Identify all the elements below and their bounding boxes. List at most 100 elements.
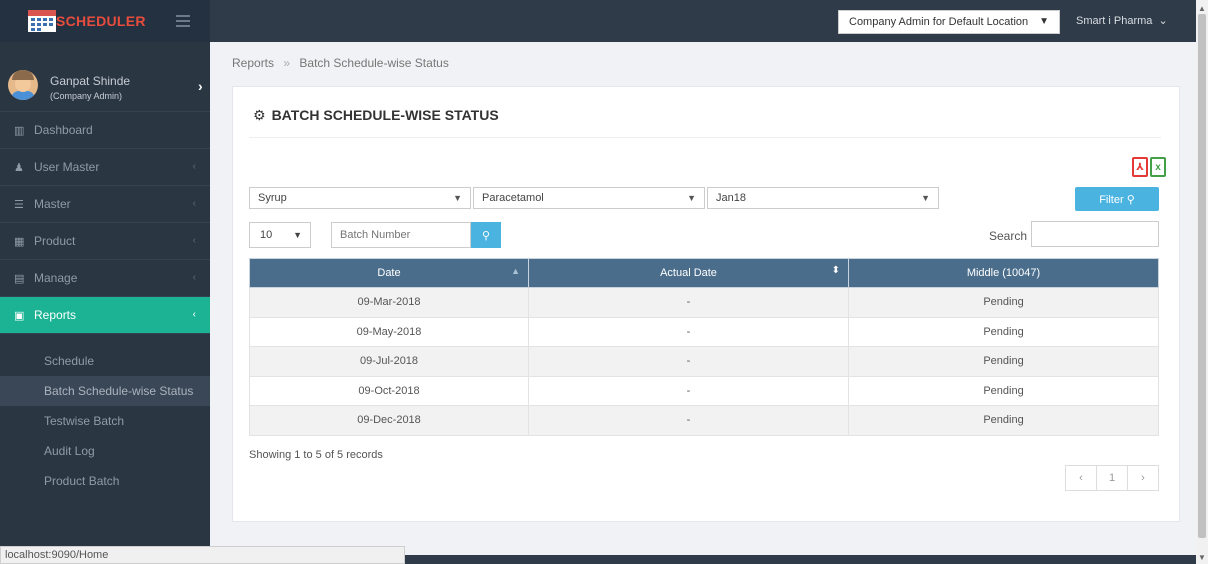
- sort-asc-icon: ▲: [511, 266, 520, 276]
- calendar-icon: ▤: [14, 272, 25, 285]
- cell-actual-date: -: [528, 346, 849, 377]
- search-label: Search: [989, 229, 1028, 243]
- chevron-left-icon: ‹: [192, 272, 196, 283]
- footer: [405, 555, 1196, 564]
- column-header-date[interactable]: Date ▲: [249, 258, 529, 288]
- batch-number-input[interactable]: [331, 222, 471, 248]
- column-header-actual-date[interactable]: Actual Date ⬍: [528, 258, 849, 288]
- pagination-page-button[interactable]: 1: [1097, 466, 1128, 490]
- submenu-item-batch-schedule-wise-status[interactable]: Batch Schedule-wise Status: [0, 376, 210, 406]
- sidebar-item-dashboard[interactable]: ▥ Dashboard: [0, 112, 210, 149]
- search-input[interactable]: [1031, 221, 1159, 247]
- table-row: 09-Jul-2018 - Pending: [249, 346, 1159, 377]
- report-panel: ⚙ BATCH SCHEDULE-WISE STATUS ⅄ x Syrup ▼ …: [232, 86, 1180, 522]
- breadcrumb-separator-icon: »: [283, 56, 291, 70]
- filter-button[interactable]: Filter ⚲: [1075, 187, 1159, 211]
- page-length-value: 10: [260, 229, 273, 241]
- scroll-up-icon[interactable]: ▲: [1198, 4, 1206, 13]
- chevron-left-icon: ‹: [192, 235, 196, 246]
- sidebar-item-label: Reports: [34, 308, 77, 322]
- profile-name: Ganpat Shinde: [50, 74, 131, 88]
- bar-chart-icon: ▥: [14, 124, 25, 137]
- brand-name: SCHEDULER: [56, 13, 146, 29]
- column-header-label: Actual Date: [660, 267, 717, 279]
- caret-down-icon: ▼: [687, 193, 696, 203]
- breadcrumb-root[interactable]: Reports: [232, 56, 274, 70]
- cell-actual-date: -: [528, 316, 849, 347]
- records-summary: Showing 1 to 5 of 5 records: [249, 449, 383, 461]
- table-header-row: Date ▲ Actual Date ⬍ Middle (10047): [249, 258, 1159, 288]
- pagination: ‹ 1 ›: [1065, 465, 1159, 491]
- caret-down-icon: ▼: [453, 193, 462, 203]
- calendar-logo-icon: [28, 10, 56, 32]
- category-select[interactable]: Syrup ▼: [249, 187, 471, 209]
- chevron-right-icon[interactable]: ›: [198, 78, 203, 94]
- batch-select[interactable]: Jan18 ▼: [707, 187, 939, 209]
- table-row: 09-Oct-2018 - Pending: [249, 375, 1159, 406]
- scroll-down-icon[interactable]: ▼: [1198, 553, 1206, 562]
- sidebar: Ganpat Shinde (Company Admin) › ▥ Dashbo…: [0, 42, 210, 564]
- avatar: [8, 70, 38, 100]
- column-header-label: Middle (10047): [966, 267, 1041, 279]
- cell-date: 09-Mar-2018: [249, 287, 529, 318]
- cell-status: Pending: [848, 287, 1159, 318]
- menu-toggle-icon[interactable]: [176, 15, 190, 30]
- sidebar-item-reports[interactable]: ▣ Reports ‹: [0, 297, 210, 334]
- cell-actual-date: -: [528, 405, 849, 436]
- pagination-prev-button[interactable]: ‹: [1066, 466, 1097, 490]
- page-title: ⚙ BATCH SCHEDULE-WISE STATUS: [253, 107, 499, 124]
- cell-status: Pending: [848, 346, 1159, 377]
- product-icon: ▦: [14, 235, 25, 248]
- sidebar-item-product[interactable]: ▦ Product ‹: [0, 223, 210, 260]
- sort-icon: ⬍: [831, 265, 840, 276]
- location-select[interactable]: Company Admin for Default Location ▼: [838, 10, 1060, 34]
- browser-status-url: localhost:9090/Home: [0, 546, 405, 564]
- cell-date: 09-Jul-2018: [249, 346, 529, 377]
- caret-down-icon: ▼: [1039, 16, 1049, 27]
- submenu-item-schedule[interactable]: Schedule: [0, 346, 210, 376]
- pdf-export-icon[interactable]: ⅄: [1132, 157, 1148, 177]
- table-row: 09-May-2018 - Pending: [249, 316, 1159, 347]
- breadcrumb: Reports » Batch Schedule-wise Status: [232, 56, 449, 70]
- location-select-value: Company Admin for Default Location: [849, 16, 1029, 28]
- caret-down-icon: ▼: [293, 230, 302, 240]
- cell-actual-date: -: [528, 375, 849, 406]
- page-length-select[interactable]: 10 ▼: [249, 222, 311, 248]
- user-menu-label: Smart i Pharma: [1076, 15, 1153, 27]
- cell-date: 09-Dec-2018: [249, 405, 529, 436]
- product-select[interactable]: Paracetamol ▼: [473, 187, 705, 209]
- submenu-item-audit-log[interactable]: Audit Log: [0, 436, 210, 466]
- sidebar-item-label: User Master: [34, 160, 100, 174]
- user-profile[interactable]: Ganpat Shinde (Company Admin) ›: [0, 42, 210, 112]
- excel-export-icon[interactable]: x: [1150, 157, 1166, 177]
- gear-icon: ⚙: [253, 107, 266, 123]
- sidebar-item-label: Dashboard: [34, 123, 93, 137]
- chevron-down-icon: ⌄: [1155, 15, 1168, 27]
- divider: [249, 137, 1161, 138]
- scrollbar-thumb[interactable]: [1198, 14, 1206, 538]
- submenu-item-testwise-batch[interactable]: Testwise Batch: [0, 406, 210, 436]
- sidebar-item-manage[interactable]: ▤ Manage ‹: [0, 260, 210, 297]
- table-row: 09-Dec-2018 - Pending: [249, 405, 1159, 436]
- search-icon: ⚲: [481, 229, 491, 242]
- pagination-next-button[interactable]: ›: [1128, 466, 1158, 490]
- user-menu[interactable]: Smart i Pharma ⌄: [1076, 14, 1168, 27]
- table-row: 09-Mar-2018 - Pending: [249, 287, 1159, 318]
- schedule-table: Date ▲ Actual Date ⬍ Middle (10047) 09-Mar…: [249, 258, 1159, 436]
- filter-button-label: Filter: [1099, 193, 1124, 206]
- batch-search-button[interactable]: ⚲: [471, 222, 501, 248]
- page-scrollbar[interactable]: ▲ ▼: [1196, 0, 1208, 564]
- sidebar-item-master[interactable]: ☰ Master ‹: [0, 186, 210, 223]
- cell-date: 09-May-2018: [249, 316, 529, 347]
- cell-status: Pending: [848, 375, 1159, 406]
- chevron-left-icon: ‹: [192, 198, 196, 209]
- column-header-middle[interactable]: Middle (10047): [848, 258, 1159, 288]
- submenu-item-product-batch[interactable]: Product Batch: [0, 466, 210, 496]
- sidebar-item-label: Master: [34, 197, 71, 211]
- cell-date: 09-Oct-2018: [249, 375, 529, 406]
- page-title-text: BATCH SCHEDULE-WISE STATUS: [271, 107, 499, 123]
- user-icon: ♟: [14, 161, 24, 174]
- product-select-value: Paracetamol: [482, 192, 544, 204]
- top-bar: SCHEDULER Company Admin for Default Loca…: [0, 0, 1196, 42]
- sidebar-item-user-master[interactable]: ♟ User Master ‹: [0, 149, 210, 186]
